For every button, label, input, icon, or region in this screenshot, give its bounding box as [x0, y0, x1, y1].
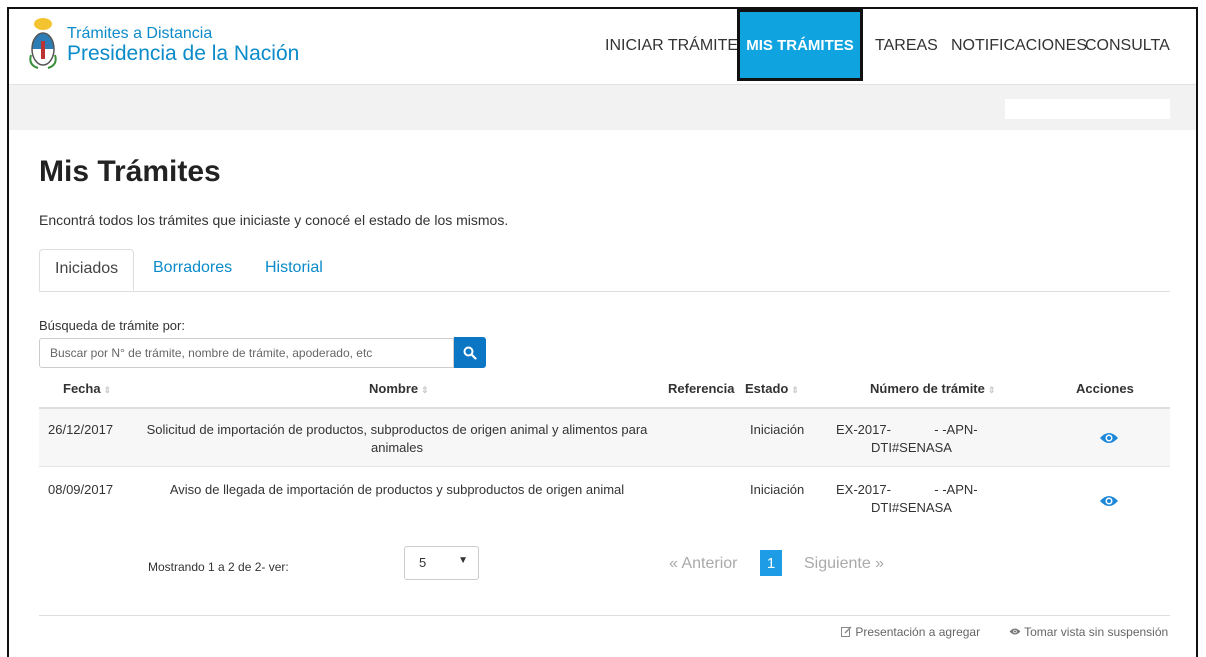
band-user-box: [1005, 99, 1170, 119]
eye-icon: [1009, 628, 1021, 635]
nav-iniciar-tramite[interactable]: INICIAR TRÁMITE: [605, 37, 738, 55]
sort-icon: ⇕: [421, 385, 429, 395]
edit-icon: [841, 626, 852, 637]
search-icon: [463, 346, 477, 360]
tab-borradores[interactable]: Borradores: [138, 249, 247, 291]
tomar-vista-label: Tomar vista sin suspensión: [1024, 625, 1169, 639]
page-size-value: 5: [419, 555, 427, 570]
search-input[interactable]: [39, 338, 454, 368]
col-header-fecha[interactable]: Fecha ⇕: [63, 381, 111, 396]
site-header: Trámites a Distancia Presidencia de la N…: [9, 9, 1196, 85]
row-nombre-line2: animales: [370, 440, 424, 455]
tab-historial[interactable]: Historial: [250, 249, 338, 291]
nav-mis-tramites[interactable]: MIS TRÁMITES: [737, 9, 863, 81]
tabs-bar: Iniciados Borradores Historial: [39, 249, 1170, 292]
nav-tareas[interactable]: TAREAS: [875, 37, 938, 55]
search-label: Búsqueda de trámite por:: [39, 318, 185, 333]
row-numero-line2: DTI#SENASA: [871, 440, 952, 455]
showing-count: Mostrando 1 a 2 de 2- ver:: [148, 560, 289, 574]
col-header-estado-label: Estado: [745, 381, 789, 396]
tab-iniciados[interactable]: Iniciados: [39, 249, 135, 291]
col-header-nombre-label: Nombre: [369, 381, 419, 396]
col-header-numero-label: Número de trámite: [870, 381, 985, 396]
row-numero-line2: DTI#SENASA: [871, 500, 952, 515]
presentacion-link[interactable]: Presentación a agregar: [841, 625, 980, 639]
row-estado: Iniciación: [750, 422, 805, 437]
page-size-select[interactable]: 5 ▼: [404, 546, 479, 580]
pagination-next[interactable]: Siguiente »: [804, 555, 884, 573]
page-subtitle: Encontrá todos los trámites que iniciast…: [39, 212, 509, 228]
sort-icon: ⇕: [791, 385, 799, 395]
nav-consulta[interactable]: CONSULTA: [1085, 37, 1170, 55]
pagination-prev[interactable]: « Anterior: [669, 555, 737, 573]
row-nombre-line1: Solicitud de importación de productos, s…: [146, 422, 648, 437]
row-numero-line1: EX-2017- - -APN-: [836, 422, 978, 437]
sort-icon: ⇕: [987, 385, 996, 395]
col-header-acciones: Acciones: [1076, 381, 1134, 396]
col-header-referencia[interactable]: Referencia: [668, 381, 734, 396]
tomar-vista-link[interactable]: Tomar vista sin suspensión: [1009, 625, 1168, 639]
row-nombre: Aviso de llegada de importación de produ…: [137, 482, 657, 497]
col-header-estado[interactable]: Estado ⇕: [745, 381, 799, 396]
table-row: 08/09/2017 Aviso de llegada de importaci…: [39, 468, 1170, 528]
eye-icon[interactable]: [1099, 431, 1119, 445]
brand-line2[interactable]: Presidencia de la Nación: [67, 42, 299, 66]
pagination-current-page[interactable]: 1: [760, 550, 782, 576]
col-header-fecha-label: Fecha: [63, 381, 101, 396]
table-row: 26/12/2017 Solicitud de importación de p…: [39, 409, 1170, 467]
caret-down-icon: ▼: [458, 555, 468, 566]
row-numero: EX-2017- - -APN- DTI#SENASA: [836, 482, 978, 515]
row-estado: Iniciación: [750, 482, 805, 497]
page-title: Mis Trámites: [39, 155, 221, 188]
brand-line1: Trámites a Distancia: [67, 25, 213, 42]
col-header-numero[interactable]: Número de trámite ⇕: [870, 381, 995, 396]
row-numero-line1: EX-2017- - -APN-: [836, 482, 978, 497]
col-header-acciones-label: Acciones: [1076, 381, 1134, 396]
row-fecha: 08/09/2017: [48, 482, 114, 497]
browser-frame: Trámites a Distancia Presidencia de la N…: [7, 7, 1198, 657]
coat-of-arms-logo: [29, 18, 57, 69]
row-nombre: Solicitud de importación de productos, s…: [137, 422, 657, 455]
footer-divider: [39, 615, 1170, 616]
row-fecha: 26/12/2017: [48, 422, 114, 437]
sort-icon: ⇕: [103, 385, 112, 395]
presentacion-label: Presentación a agregar: [855, 625, 981, 639]
nav-notificaciones[interactable]: NOTIFICACIONES: [951, 37, 1087, 55]
row-nombre-line1: Aviso de llegada de importación de produ…: [169, 482, 625, 497]
search-button[interactable]: [454, 337, 486, 368]
eye-icon[interactable]: [1099, 494, 1119, 508]
breadcrumb-band: [9, 85, 1196, 130]
col-header-nombre[interactable]: Nombre ⇕: [369, 381, 429, 396]
col-header-referencia-label: Referencia: [668, 381, 735, 396]
row-numero: EX-2017- - -APN- DTI#SENASA: [836, 422, 978, 455]
